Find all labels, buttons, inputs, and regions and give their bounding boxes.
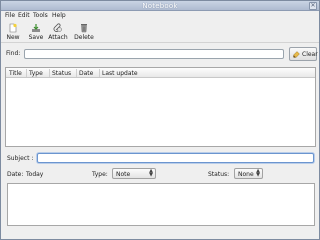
find-input[interactable] (24, 49, 284, 59)
column-divider (49, 69, 50, 77)
type-select[interactable]: Note ▲ ▼ (112, 168, 156, 179)
find-label: Find: (6, 50, 21, 57)
attach-label: Attach (48, 34, 68, 41)
toolbar: New Save Attach Delete (1, 21, 319, 43)
status-select-value: None (238, 171, 254, 178)
clear-label: Clear (302, 51, 318, 58)
window-title: Notebook (142, 2, 178, 10)
type-select-value: Note (116, 171, 131, 178)
clear-button[interactable]: Clear (289, 47, 318, 61)
save-label: Save (28, 34, 44, 41)
subject-input[interactable] (37, 153, 314, 163)
updown-arrow-icon: ▲ ▼ (256, 168, 260, 178)
column-header-date[interactable]: Date (79, 70, 93, 77)
delete-button[interactable]: Delete (72, 22, 96, 42)
menu-tools[interactable]: Tools (33, 12, 48, 19)
brush-icon (293, 51, 300, 58)
app-window: Notebook ✕ File Edit Tools Help New Save (0, 0, 320, 240)
notes-table[interactable]: Title Type Status Date Last update (5, 67, 316, 147)
new-label: New (6, 34, 20, 41)
column-header-title[interactable]: Title (9, 70, 22, 77)
updown-arrow-icon: ▲ ▼ (149, 168, 153, 178)
new-button[interactable]: New (4, 22, 22, 42)
close-icon[interactable]: ✕ (309, 2, 317, 10)
table-header: Title Type Status Date Last update (6, 68, 315, 78)
status-label: Status: (208, 171, 230, 178)
column-header-type[interactable]: Type (29, 70, 43, 77)
type-label: Type: (92, 171, 108, 178)
column-divider (99, 69, 100, 77)
column-divider (76, 69, 77, 77)
save-icon (32, 24, 40, 32)
new-document-icon (9, 23, 17, 33)
attach-button[interactable]: Attach (47, 22, 69, 42)
menu-edit[interactable]: Edit (18, 12, 30, 19)
attach-icon (53, 23, 62, 32)
delete-label: Delete (74, 34, 94, 41)
menu-bar: File Edit Tools Help (1, 11, 319, 21)
column-header-status[interactable]: Status (52, 70, 71, 77)
notes-textarea[interactable] (7, 183, 315, 226)
save-button[interactable]: Save (26, 22, 46, 42)
date-label: Date: (7, 171, 24, 178)
status-select[interactable]: None ▲ ▼ (234, 168, 263, 179)
menu-help[interactable]: Help (52, 12, 66, 19)
date-value: Today (26, 171, 44, 178)
trash-icon (81, 24, 87, 33)
column-header-last-update[interactable]: Last update (102, 70, 138, 77)
subject-label: Subject : (7, 155, 34, 162)
column-divider (26, 69, 27, 77)
menu-file[interactable]: File (5, 12, 15, 19)
title-bar[interactable]: Notebook ✕ (1, 1, 319, 11)
